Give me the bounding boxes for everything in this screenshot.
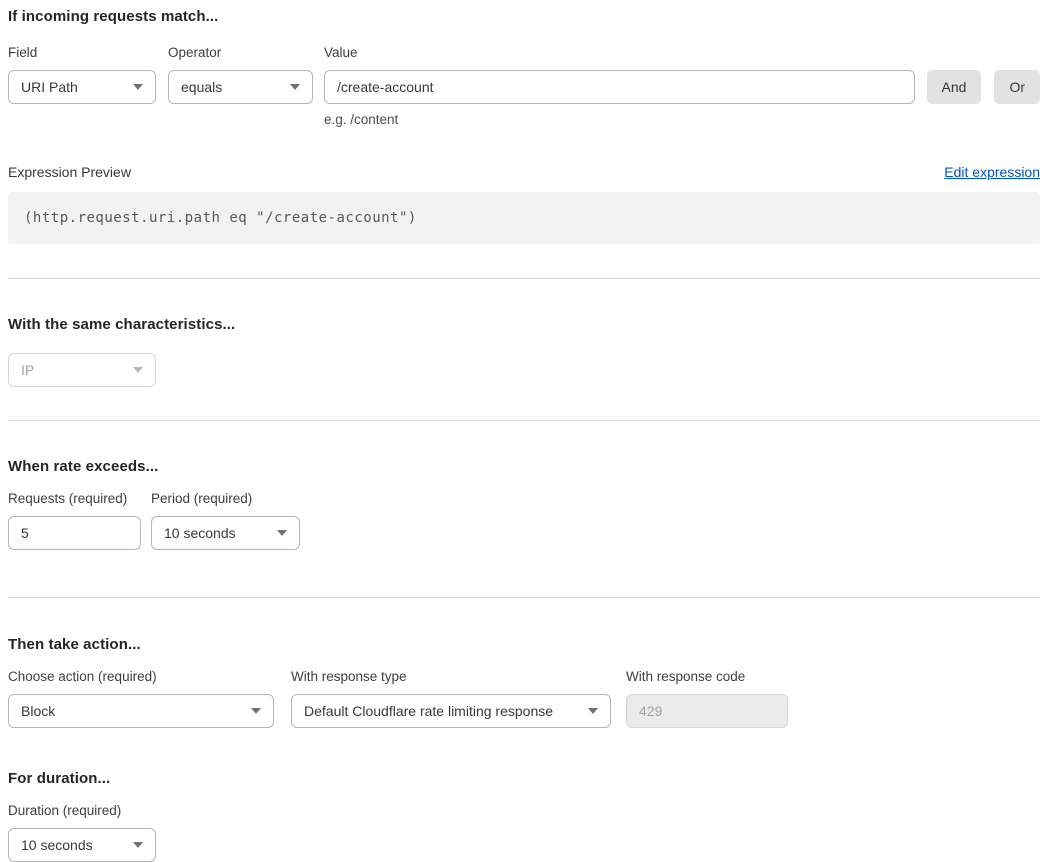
chevron-down-icon (277, 530, 287, 536)
choose-action-label: Choose action (required) (8, 669, 274, 684)
chevron-down-icon (290, 84, 300, 90)
duration-heading: For duration... (8, 770, 1040, 787)
response-type-select-value: Default Cloudflare rate limiting respons… (304, 703, 553, 719)
expression-preview-code: (http.request.uri.path eq "/create-accou… (8, 192, 1040, 244)
value-column: Value e.g. /content (324, 45, 915, 127)
section-divider (8, 420, 1040, 421)
field-label: Field (8, 45, 156, 60)
response-type-column: With response type Default Cloudflare ra… (291, 669, 611, 728)
boolean-buttons: And Or (927, 45, 1040, 104)
section-characteristics: With the same characteristics... IP (8, 316, 1040, 387)
and-button[interactable]: And (927, 70, 982, 104)
duration-select[interactable]: 10 seconds (8, 828, 156, 862)
duration-column: Duration (required) 10 seconds (8, 803, 156, 862)
choose-action-column: Choose action (required) Block (8, 669, 274, 728)
rate-limit-rule-form: If incoming requests match... Field URI … (8, 8, 1040, 862)
match-controls-row: Field URI Path Operator equals Value e.g… (8, 45, 1040, 127)
expression-preview-header: Expression Preview Edit expression (8, 164, 1040, 180)
value-input[interactable] (324, 70, 915, 104)
section-duration: For duration... Duration (required) 10 s… (8, 770, 1040, 862)
operator-select[interactable]: equals (168, 70, 313, 104)
field-select[interactable]: URI Path (8, 70, 156, 104)
requests-label: Requests (required) (8, 491, 141, 506)
or-button[interactable]: Or (994, 70, 1040, 104)
action-heading: Then take action... (8, 636, 1040, 653)
expression-code-text: (http.request.uri.path eq "/create-accou… (24, 210, 417, 226)
response-code-column: With response code (626, 669, 788, 728)
requests-input[interactable] (8, 516, 141, 550)
chevron-down-icon (133, 84, 143, 90)
choose-action-select-value: Block (21, 703, 55, 719)
section-action: Then take action... Choose action (requi… (8, 636, 1040, 728)
section-divider (8, 597, 1040, 598)
requests-column: Requests (required) (8, 491, 141, 550)
response-type-label: With response type (291, 669, 611, 684)
chevron-down-icon (133, 842, 143, 848)
response-type-select[interactable]: Default Cloudflare rate limiting respons… (291, 694, 611, 728)
characteristics-select[interactable]: IP (8, 353, 156, 387)
field-select-value: URI Path (21, 79, 78, 95)
period-label: Period (required) (151, 491, 300, 506)
value-label: Value (324, 45, 915, 60)
period-column: Period (required) 10 seconds (151, 491, 300, 550)
response-code-input (626, 694, 788, 728)
chevron-down-icon (588, 708, 598, 714)
section-incoming-requests: If incoming requests match... Field URI … (8, 8, 1040, 244)
choose-action-select[interactable]: Block (8, 694, 274, 728)
incoming-requests-heading: If incoming requests match... (8, 8, 1040, 25)
period-select[interactable]: 10 seconds (151, 516, 300, 550)
period-select-value: 10 seconds (164, 525, 236, 541)
section-rate: When rate exceeds... Requests (required)… (8, 458, 1040, 550)
action-controls-row: Choose action (required) Block With resp… (8, 669, 1040, 728)
value-hint: e.g. /content (324, 112, 915, 127)
operator-select-value: equals (181, 79, 222, 95)
duration-label: Duration (required) (8, 803, 156, 818)
duration-select-value: 10 seconds (21, 837, 93, 853)
chevron-down-icon (251, 708, 261, 714)
expression-preview-label: Expression Preview (8, 164, 131, 180)
operator-label: Operator (168, 45, 313, 60)
characteristics-heading: With the same characteristics... (8, 316, 1040, 333)
section-divider (8, 278, 1040, 279)
characteristics-select-value: IP (21, 362, 34, 378)
response-code-label: With response code (626, 669, 788, 684)
edit-expression-link[interactable]: Edit expression (944, 164, 1040, 180)
rate-controls-row: Requests (required) Period (required) 10… (8, 491, 1040, 550)
chevron-down-icon (133, 367, 143, 373)
operator-column: Operator equals (168, 45, 313, 104)
field-column: Field URI Path (8, 45, 156, 104)
rate-heading: When rate exceeds... (8, 458, 1040, 475)
